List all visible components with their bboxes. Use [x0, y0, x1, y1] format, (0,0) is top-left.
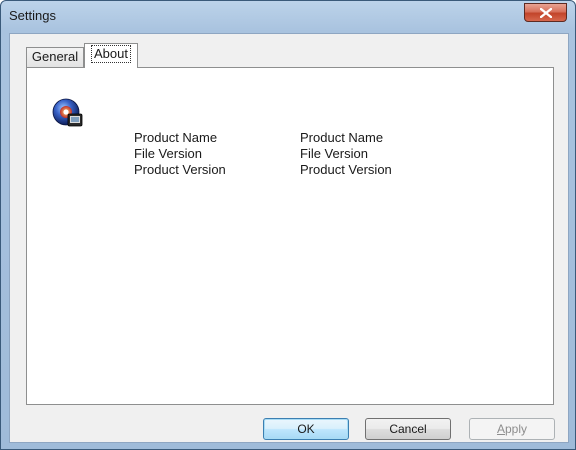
cancel-button[interactable]: Cancel — [365, 418, 451, 440]
close-icon — [539, 7, 552, 18]
ok-button[interactable]: OK — [263, 418, 349, 440]
file-version-label: File Version — [134, 146, 202, 161]
info-labels: Product Name File Version Product Versio… — [134, 130, 226, 178]
apply-button[interactable]: Apply — [469, 418, 555, 440]
settings-window: Settings General About Product Name File… — [0, 0, 576, 450]
product-name-label: Product Name — [134, 130, 218, 145]
file-version-value: File Version — [300, 146, 368, 161]
title-bar[interactable]: Settings — [1, 1, 575, 35]
tab-about[interactable]: About — [84, 43, 138, 68]
dialog-body: General About Product Name File Version … — [9, 33, 569, 443]
apply-button-label: pply — [505, 422, 528, 436]
application-icon — [52, 98, 83, 127]
apply-button-mnemonic: A — [496, 422, 505, 436]
product-version-label: Product Version — [134, 162, 226, 177]
info-values: Product Name File Version Product Versio… — [300, 130, 392, 178]
tab-general[interactable]: General — [26, 47, 84, 67]
product-name-value: Product Name — [300, 130, 384, 145]
window-title: Settings — [9, 8, 56, 23]
product-version-value: Product Version — [300, 162, 392, 177]
tab-about-label: About — [91, 45, 131, 63]
about-panel: Product Name File Version Product Versio… — [26, 67, 554, 405]
close-button[interactable] — [524, 3, 567, 22]
